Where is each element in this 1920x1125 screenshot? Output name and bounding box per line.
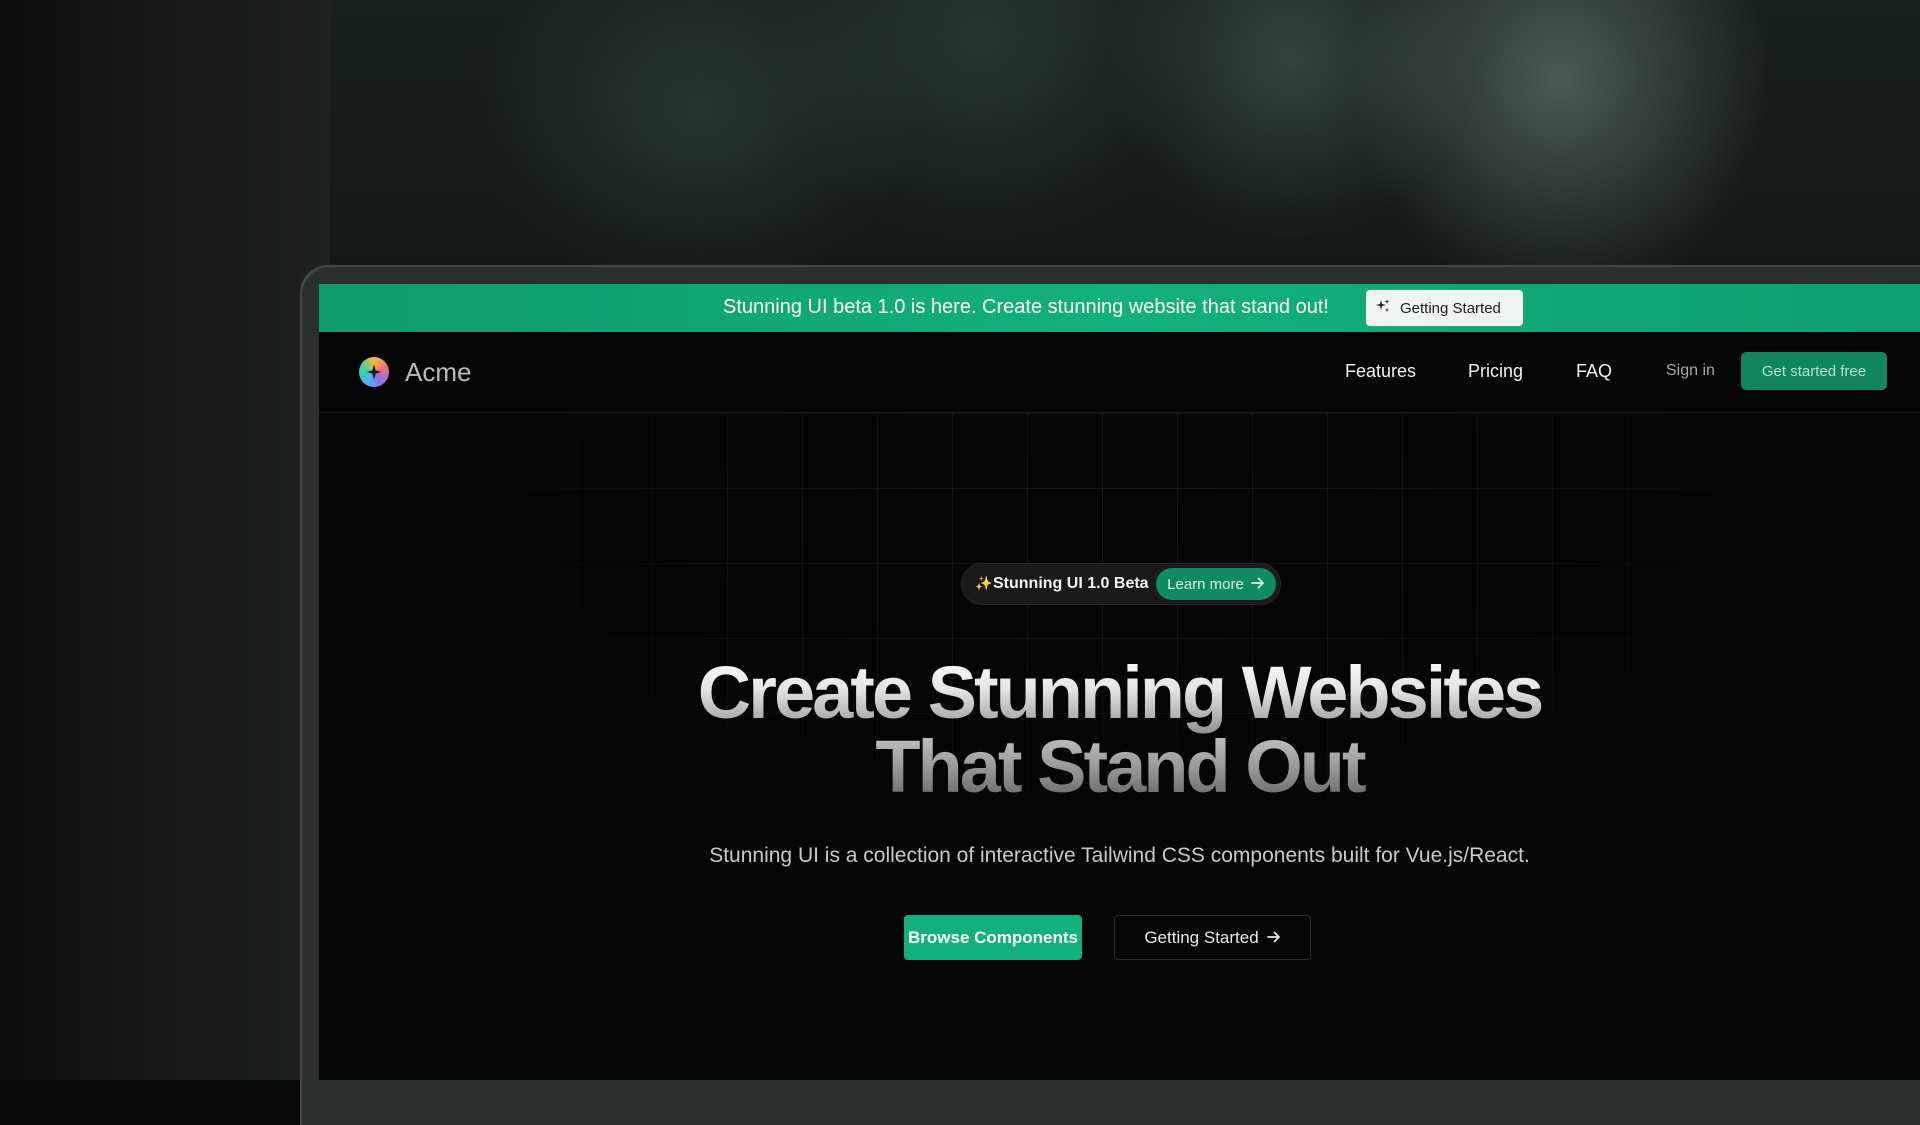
nav-link-features[interactable]: Features <box>1345 361 1416 382</box>
acme-logo-icon[interactable] <box>359 357 389 387</box>
arrow-right-icon <box>1266 928 1281 948</box>
badge-text: Stunning UI 1.0 Beta <box>993 575 1149 592</box>
announcement-text: Stunning UI beta 1.0 is here. Create stu… <box>723 296 1329 318</box>
learn-more-label: Learn more <box>1167 575 1244 593</box>
announcement-getting-started-button[interactable]: Getting Started <box>1366 290 1523 326</box>
sparkles-icon <box>1376 299 1390 317</box>
get-started-free-button[interactable]: Get started free <box>1741 352 1887 390</box>
brand-name[interactable]: Acme <box>405 357 471 388</box>
hero-title-line-1: Create Stunning Websites <box>319 650 1920 735</box>
sparkle-icon: ✨ <box>975 575 993 591</box>
announcement-button-label: Getting Started <box>1400 299 1501 317</box>
getting-started-label: Getting Started <box>1144 927 1259 947</box>
nav-link-faq[interactable]: FAQ <box>1576 361 1612 382</box>
getting-started-button[interactable]: Getting Started <box>1114 915 1311 960</box>
beta-badge: ✨ Stunning UI 1.0 Beta Learn more <box>961 563 1281 605</box>
background-left-panel <box>0 0 330 1080</box>
arrow-right-icon <box>1250 576 1265 593</box>
announcement-bar: Stunning UI beta 1.0 is here. Create stu… <box>319 284 1920 332</box>
navbar: Acme Features Pricing FAQ Sign in Get st… <box>319 332 1920 413</box>
learn-more-button[interactable]: Learn more <box>1156 568 1276 600</box>
browse-components-button[interactable]: Browse Components <box>904 915 1082 960</box>
hero-subtitle: Stunning UI is a collection of interacti… <box>709 844 1530 867</box>
hero-title-line-2: That Stand Out <box>319 724 1920 809</box>
nav-link-pricing[interactable]: Pricing <box>1468 361 1523 382</box>
website-screen: Stunning UI beta 1.0 is here. Create stu… <box>319 284 1920 1080</box>
sign-in-link[interactable]: Sign in <box>1666 362 1715 380</box>
